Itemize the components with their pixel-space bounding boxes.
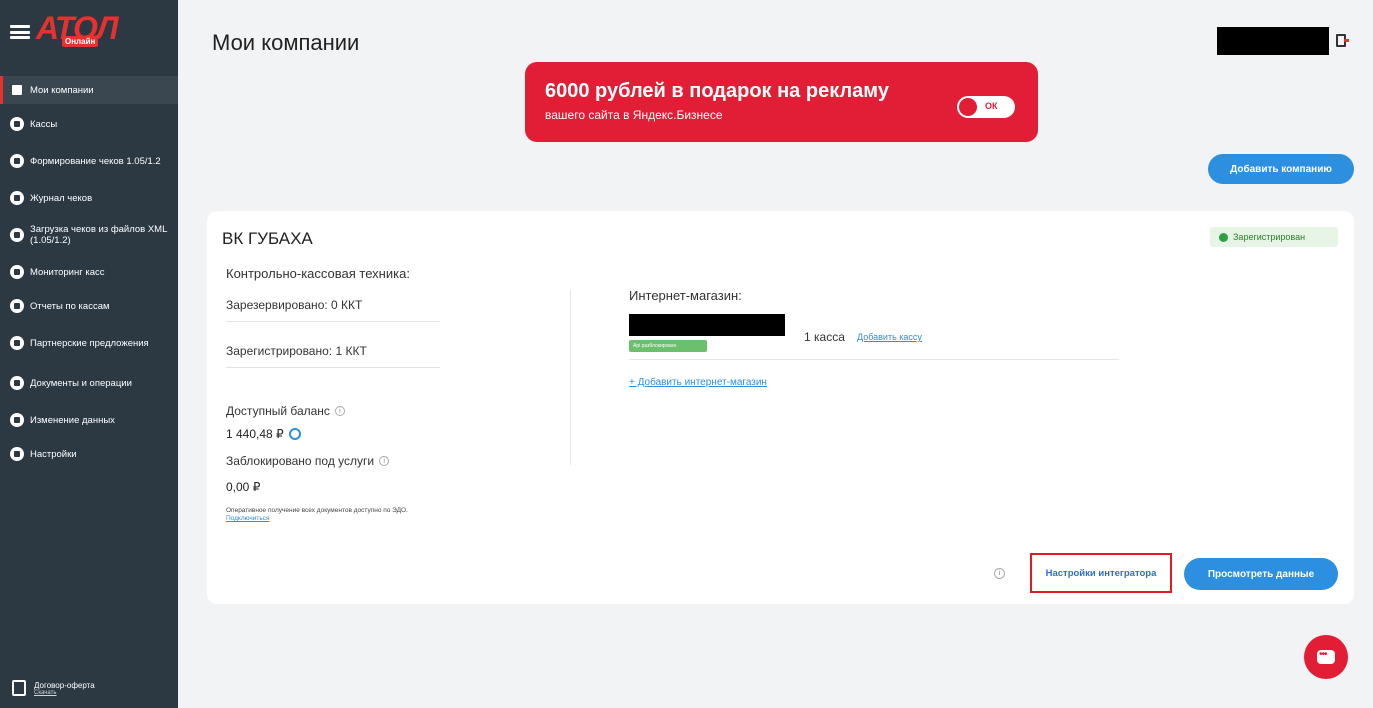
blocked-value: 0,00 ₽: [226, 480, 260, 494]
journal-icon: [10, 191, 24, 205]
promo-ok-toggle[interactable]: ОК: [957, 96, 1015, 118]
documents-icon: [10, 376, 24, 390]
integrator-settings-button[interactable]: Настройки интегратора: [1030, 553, 1172, 593]
add-shop-link[interactable]: + Добавить интернет-магазин: [629, 377, 767, 388]
divider: [629, 359, 1119, 360]
cash-register-icon: [10, 117, 24, 131]
blocked-amount: 0,00 ₽: [226, 480, 261, 494]
sidebar-nav: Мои компании Кассы Формирование чеков 1.…: [0, 76, 178, 474]
sidebar-item-receipt-journal[interactable]: Журнал чеков: [0, 184, 178, 212]
offer-contract-label: Договор-оферта: [34, 680, 95, 690]
check-icon: [1219, 232, 1228, 242]
sidebar-item-label: Документы и операции: [30, 377, 132, 389]
monitor-icon: [10, 265, 24, 279]
shop-name-redacted[interactable]: [629, 314, 785, 336]
sidebar-item-label: Мои компании: [30, 84, 94, 96]
sidebar-item-xml-upload[interactable]: Загрузка чеков из файлов XML (1.05/1.2): [0, 218, 178, 252]
sidebar-item-label: Кассы: [30, 118, 58, 130]
sidebar-item-change-data[interactable]: Изменение данных: [0, 406, 178, 434]
chat-button[interactable]: [1304, 635, 1348, 679]
promo-ok-label: ОК: [985, 101, 998, 111]
report-icon: [10, 299, 24, 313]
sidebar-item-label: Изменение данных: [30, 414, 115, 426]
promo-banner-subtitle: вашего сайта в Яндекс.Бизнесе: [545, 108, 723, 122]
edo-notice: Оперативное получение всех документов до…: [226, 507, 426, 523]
info-icon[interactable]: i: [379, 456, 390, 466]
settings-icon: [10, 447, 24, 461]
logo-badge: Онлайн: [62, 36, 99, 47]
api-status-tag: Api разблокирован: [629, 340, 707, 352]
balance-value: 1 440,48 ₽: [226, 427, 301, 441]
upload-icon: [10, 228, 24, 242]
kkt-registered: Зарегистрировано: 1 ККТ: [226, 344, 367, 358]
sidebar-item-reports[interactable]: Отчеты по кассам: [0, 292, 178, 320]
shop-title: Интернет-магазин:: [629, 288, 742, 303]
edo-notice-text: Оперативное получение всех документов до…: [226, 507, 408, 514]
offer-contract-download-link[interactable]: Скачать: [34, 690, 95, 696]
toggle-knob: [959, 98, 977, 116]
sidebar-item-partner-offers[interactable]: Партнерские предложения: [0, 326, 178, 360]
add-kassa-link[interactable]: Добавить кассу: [857, 332, 922, 342]
sidebar-item-label: Журнал чеков: [30, 192, 93, 204]
sidebar: АТОЛ Онлайн Мои компании Кассы Формирова…: [0, 0, 178, 708]
sidebar-item-label: Настройки: [30, 448, 77, 460]
sidebar-item-label: Загрузка чеков из файлов XML (1.05/1.2): [30, 224, 168, 246]
blocked-label: Заблокировано под услуги i: [226, 454, 390, 468]
user-account[interactable]: [1217, 27, 1329, 55]
info-icon[interactable]: i: [334, 406, 345, 416]
sidebar-item-documents[interactable]: Документы и операции: [0, 366, 178, 400]
sidebar-item-my-companies[interactable]: Мои компании: [0, 76, 178, 104]
balance-amount: 1 440,48 ₽: [226, 427, 284, 441]
divider: [226, 321, 440, 322]
company-name: ВК ГУБАХА: [222, 229, 313, 248]
logo-row: АТОЛ Онлайн: [10, 10, 146, 52]
menu-icon[interactable]: [10, 25, 30, 39]
store-icon: [10, 83, 24, 97]
balance-label-text: Доступный баланс: [226, 404, 330, 418]
chat-icon: [1317, 649, 1335, 664]
refresh-icon[interactable]: [288, 428, 301, 440]
promo-banner-title: 6000 рублей в подарок на рекламу: [545, 80, 889, 102]
view-data-button[interactable]: Просмотреть данные: [1184, 558, 1338, 590]
logo[interactable]: АТОЛ Онлайн: [36, 10, 146, 52]
edit-icon: [10, 413, 24, 427]
kkt-title: Контрольно-кассовая техника:: [226, 266, 410, 281]
status-label: Зарегистрирован: [1233, 232, 1306, 242]
sidebar-item-monitoring[interactable]: Мониторинг касс: [0, 258, 178, 286]
sidebar-item-cash-registers[interactable]: Кассы: [0, 110, 178, 138]
shop-kassa-count: 1 касса: [804, 330, 845, 344]
document-icon: [12, 680, 26, 696]
sidebar-item-label: Формирование чеков 1.05/1.2: [30, 155, 161, 167]
sidebar-item-label: Мониторинг касс: [30, 266, 105, 278]
logout-icon[interactable]: [1336, 34, 1349, 47]
status-badge: Зарегистрирован: [1210, 227, 1338, 247]
kkt-reserved: Зарезервировано: 0 ККТ: [226, 298, 363, 312]
page-title: Мои компании: [212, 30, 360, 55]
blocked-label-text: Заблокировано под услуги: [226, 454, 375, 468]
vertical-divider: [570, 290, 571, 465]
promo-banner[interactable]: 6000 рублей в подарок на рекламу вашего …: [525, 62, 1038, 142]
partner-icon: [10, 336, 24, 350]
info-icon[interactable]: i: [994, 568, 1005, 579]
divider: [226, 367, 440, 368]
edo-connect-link[interactable]: Подключиться: [226, 515, 270, 522]
offer-contract[interactable]: Договор-оферта Скачать: [12, 680, 95, 696]
sidebar-item-label: Отчеты по кассам: [30, 300, 110, 312]
sidebar-item-settings[interactable]: Настройки: [0, 440, 178, 468]
balance-label: Доступный баланс i: [226, 404, 345, 418]
receipt-form-icon: [10, 154, 24, 168]
sidebar-item-label: Партнерские предложения: [30, 337, 149, 349]
sidebar-item-receipt-forming[interactable]: Формирование чеков 1.05/1.2: [0, 144, 178, 178]
add-company-button[interactable]: Добавить компанию: [1208, 154, 1354, 184]
